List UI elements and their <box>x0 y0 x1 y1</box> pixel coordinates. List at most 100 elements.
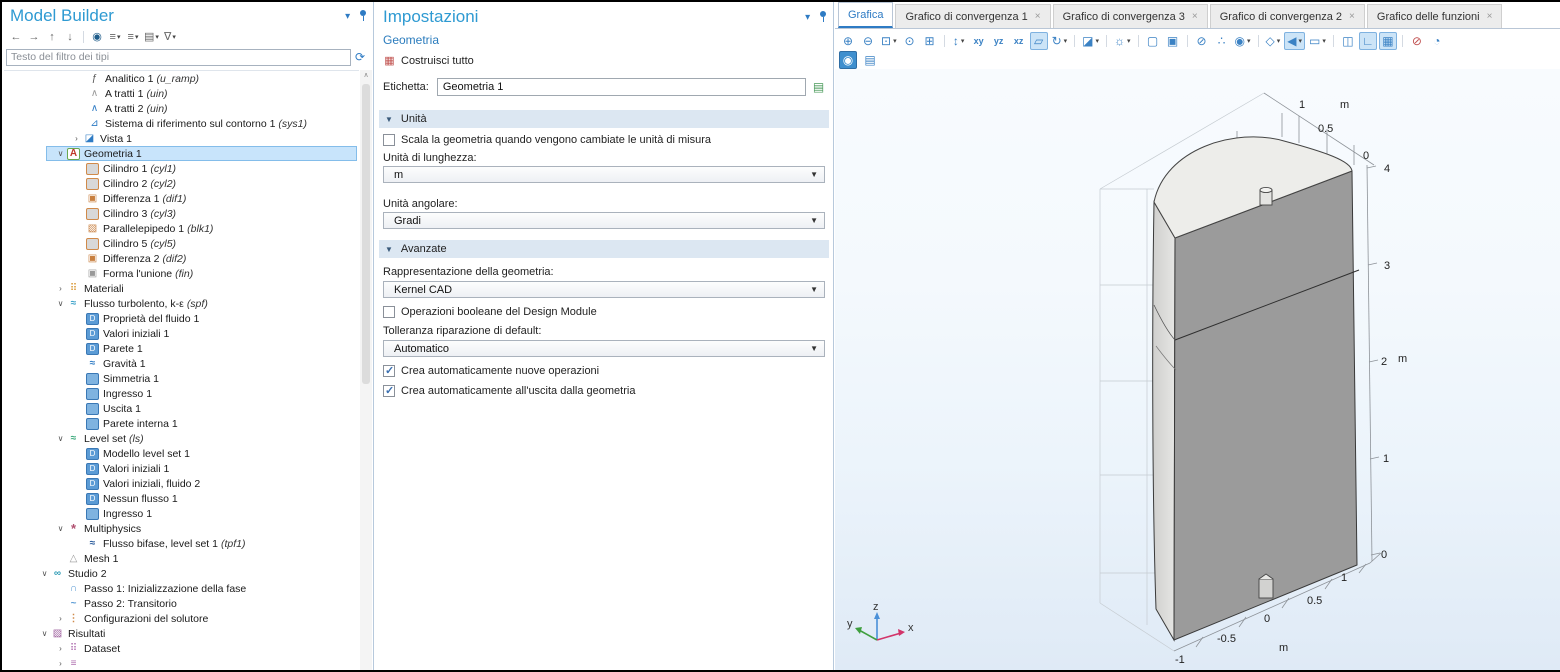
rotate-button[interactable]: ↻▾ <box>1050 32 1070 50</box>
tree-item[interactable]: ›◪Vista 1 <box>4 131 359 146</box>
reset-hiding-button[interactable]: ∴ <box>1213 32 1231 50</box>
back-button[interactable]: ← <box>8 29 24 45</box>
tree-item[interactable]: DValori iniziali 1 <box>4 326 359 341</box>
close-icon[interactable]: × <box>1192 11 1198 22</box>
expander-open-icon[interactable]: ∨ <box>54 149 67 158</box>
tree-item[interactable]: ≈Gravità 1 <box>4 356 359 371</box>
tree-item[interactable]: Cilindro 3(cyl3) <box>4 206 359 221</box>
tree-item[interactable]: Parete interna 1 <box>4 416 359 431</box>
collapse-levels-button[interactable]: ≡▾ <box>125 29 141 45</box>
tree-item[interactable]: ›≡ <box>4 656 359 670</box>
tree-item[interactable]: △Mesh 1 <box>4 551 359 566</box>
tree-item[interactable]: ∨*Multiphysics <box>4 521 359 536</box>
tree-item[interactable]: Simmetria 1 <box>4 371 359 386</box>
hide-selected-button[interactable]: ⊘ <box>1193 32 1211 50</box>
perspective-button[interactable]: ▱ <box>1030 32 1048 50</box>
length-unit-select[interactable]: m ▼ <box>383 166 825 183</box>
close-icon[interactable]: × <box>1035 11 1041 22</box>
scene-light-button[interactable]: ☼▾ <box>1112 32 1133 50</box>
filter-button[interactable]: ∇▾ <box>162 29 178 45</box>
tree-item[interactable]: DNessun flusso 1 <box>4 491 359 506</box>
material-rendering-button[interactable]: ▭▾ <box>1307 32 1328 50</box>
expander-open-icon[interactable]: ∨ <box>38 629 51 638</box>
snapshot-button[interactable]: ◉ <box>839 51 857 69</box>
tree-item[interactable]: ∨AGeometria 1 <box>4 146 359 161</box>
tree-item[interactable]: DProprietà del fluido 1 <box>4 311 359 326</box>
scroll-up-icon[interactable]: ∧ <box>360 70 372 82</box>
pin-icon[interactable] <box>819 11 827 23</box>
tree-item[interactable]: ›⠿Materiali <box>4 281 359 296</box>
pin-icon[interactable] <box>359 10 367 22</box>
tree-item[interactable]: ▣Differenza 1(dif1) <box>4 191 359 206</box>
tree-item[interactable]: ▣Differenza 2(dif2) <box>4 251 359 266</box>
tree-item[interactable]: DValori iniziali 1 <box>4 461 359 476</box>
expander-open-icon[interactable]: ∨ <box>54 299 67 308</box>
tree-item[interactable]: ƒAnalitico 1(u_ramp) <box>4 71 359 86</box>
expander-open-icon[interactable]: ∨ <box>54 434 67 443</box>
angular-unit-select[interactable]: Gradi ▼ <box>383 212 825 229</box>
close-icon[interactable]: × <box>1349 11 1355 22</box>
forward-button[interactable]: → <box>26 29 42 45</box>
label-field-input[interactable]: Geometria 1 <box>437 78 806 96</box>
expander-closed-icon[interactable]: › <box>54 614 67 623</box>
tree-item[interactable]: DModello level set 1 <box>4 446 359 461</box>
color-palette-button[interactable]: ◔ <box>1428 32 1446 50</box>
select-box-button[interactable]: ▢ <box>1144 32 1162 50</box>
auto-new-operations-checkbox[interactable] <box>383 365 395 377</box>
tree-item[interactable]: ›⠿Dataset <box>4 641 359 656</box>
refresh-icon[interactable]: ⟳ <box>351 50 369 64</box>
view-xz-button[interactable]: xz <box>1010 32 1028 50</box>
tree-item[interactable]: Ingresso 1 <box>4 506 359 521</box>
build-all-button[interactable]: ▦ Costruisci tutto <box>383 53 474 68</box>
expander-open-icon[interactable]: ∨ <box>54 524 67 533</box>
expander-closed-icon[interactable]: › <box>70 134 83 143</box>
tree-item[interactable]: ∧A tratti 1(uin) <box>4 86 359 101</box>
tab-grafico-di-convergenza-2[interactable]: Grafico di convergenza 2× <box>1210 4 1365 28</box>
expander-closed-icon[interactable]: › <box>54 644 67 653</box>
node-display-button[interactable]: ▤▾ <box>143 29 160 45</box>
tree-item[interactable]: Uscita 1 <box>4 401 359 416</box>
tree-item[interactable]: ~Passo 2: Transitorio <box>4 596 359 611</box>
tree-item[interactable]: Cilindro 1(cyl1) <box>4 161 359 176</box>
section-advanced[interactable]: ▼ Avanzate <box>379 240 829 258</box>
transparency-button[interactable]: ◪▾ <box>1080 32 1101 50</box>
tree-scrollbar[interactable]: ∧ <box>360 70 372 670</box>
tab-grafico-di-convergenza-1[interactable]: Grafico di convergenza 1× <box>895 4 1050 28</box>
expand-levels-button[interactable]: ≡▾ <box>107 29 123 45</box>
panel-menu-icon[interactable]: ▾ <box>805 12 810 23</box>
tree-item[interactable]: Cilindro 2(cyl2) <box>4 176 359 191</box>
deselect-box-button[interactable]: ▣ <box>1164 32 1182 50</box>
tree-item[interactable]: DParete 1 <box>4 341 359 356</box>
tree-item[interactable]: ∨▨Risultati <box>4 626 359 641</box>
section-units[interactable]: ▼ Unità <box>379 110 829 128</box>
tree-item[interactable]: ≈Flusso bifase, level set 1(tpf1) <box>4 536 359 551</box>
zoom-in-button[interactable]: ⊕ <box>839 32 857 50</box>
tree-item[interactable]: ▧Parallelepipedo 1(blk1) <box>4 221 359 236</box>
zoom-extents-button[interactable]: ⊙ <box>901 32 919 50</box>
zoom-box-button[interactable]: ⊡▾ <box>879 32 899 50</box>
tree-item[interactable]: ⊿Sistema di riferimento sul contorno 1(s… <box>4 116 359 131</box>
tab-grafico-di-convergenza-3[interactable]: Grafico di convergenza 3× <box>1053 4 1208 28</box>
tree-item[interactable]: ∩Passo 1: Inizializzazione della fase <box>4 581 359 596</box>
scale-geometry-checkbox[interactable] <box>383 134 395 146</box>
repair-tolerance-select[interactable]: Automatico ▼ <box>383 340 825 357</box>
close-icon[interactable]: × <box>1487 11 1493 22</box>
design-module-checkbox[interactable] <box>383 306 395 318</box>
environment-button[interactable]: ◫ <box>1339 32 1357 50</box>
tree-item[interactable]: Ingresso 1 <box>4 386 359 401</box>
type-filter-input[interactable]: Testo del filtro dei tipi <box>6 49 351 66</box>
tree-item[interactable]: ›⋮Configurazioni del solutore <box>4 611 359 626</box>
zoom-out-button[interactable]: ⊖ <box>859 32 877 50</box>
tab-grafica[interactable]: Grafica <box>838 2 893 28</box>
scrollbar-thumb[interactable] <box>362 84 370 384</box>
grid-button[interactable]: ▦ <box>1379 32 1397 50</box>
tree-item[interactable]: ▣Forma l'unione(fin) <box>4 266 359 281</box>
tree-item[interactable]: ∨∞Studio 2 <box>4 566 359 581</box>
representation-select[interactable]: Kernel CAD ▼ <box>383 281 825 298</box>
axis-orientation-button[interactable]: ∟ <box>1359 32 1377 50</box>
color-none-button[interactable]: ⊘ <box>1408 32 1426 50</box>
go-to-2d-button[interactable]: ◀▾ <box>1284 32 1305 50</box>
tree-item[interactable]: ∧A tratti 2(uin) <box>4 101 359 116</box>
rename-note-icon[interactable]: ▤ <box>812 81 825 93</box>
view-xy-button[interactable]: xy <box>970 32 988 50</box>
